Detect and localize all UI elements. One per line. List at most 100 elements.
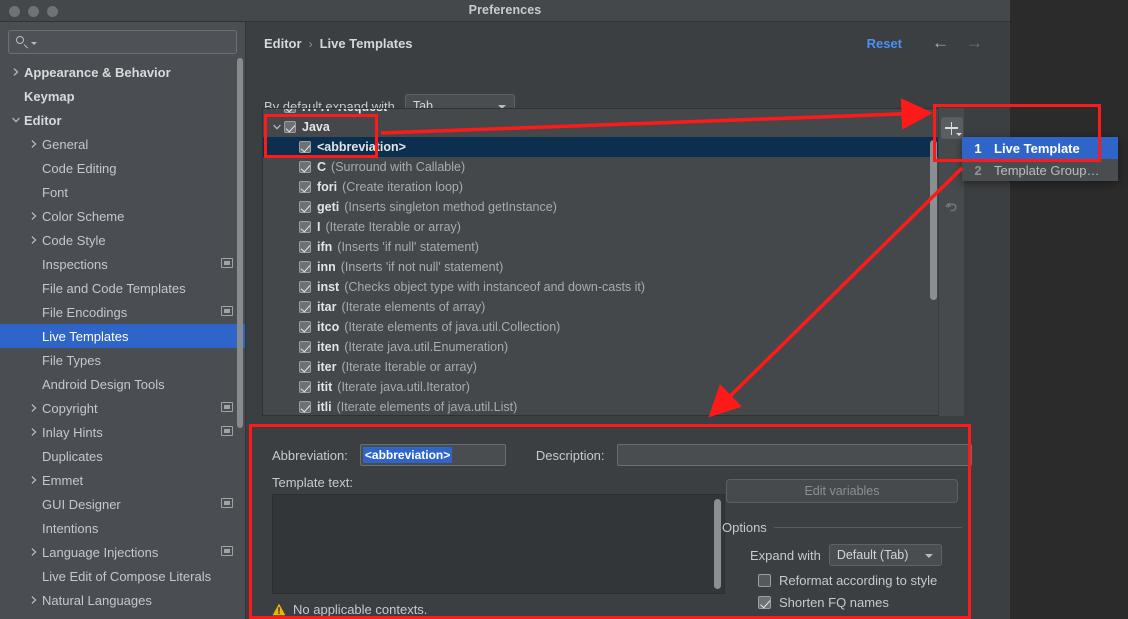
chevron-right-icon[interactable] [8,68,24,76]
shorten-fq-checkbox[interactable] [758,596,771,609]
search-box[interactable] [8,30,237,54]
sidebar-item-intentions[interactable]: Intentions [0,516,245,540]
template-group-row[interactable]: HTTP Request [263,109,963,117]
sidebar-item-gui-designer[interactable]: GUI Designer [0,492,245,516]
chevron-down-icon[interactable] [269,123,284,131]
chevron-down-icon[interactable] [8,116,24,124]
template-group-row[interactable]: Java [263,117,963,137]
template-checkbox[interactable] [299,381,311,393]
template-row[interactable]: ifn (Inserts 'if null' statement) [263,237,963,257]
chevron-right-icon[interactable] [26,548,42,556]
template-row[interactable]: itli (Iterate elements of java.util.List) [263,397,963,415]
reformat-checkbox[interactable] [758,574,771,587]
template-row[interactable]: itit (Iterate java.util.Iterator) [263,377,963,397]
sidebar-item-file-and-code-templates[interactable]: File and Code Templates [0,276,245,300]
sidebar-item-emmet[interactable]: Emmet [0,468,245,492]
sidebar-item-inlay-hints[interactable]: Inlay Hints [0,420,245,444]
template-description: (Surround with Callable) [331,160,466,174]
sidebar-item-live-edit-of-compose-literals[interactable]: Live Edit of Compose Literals [0,564,245,588]
template-checkbox[interactable] [299,321,311,333]
template-group-checkbox[interactable] [284,109,296,113]
sidebar-item-code-style[interactable]: Code Style [0,228,245,252]
sidebar-item-duplicates[interactable]: Duplicates [0,444,245,468]
popup-item-template-group[interactable]: 2 Template Group… [962,159,1118,181]
sidebar-item-file-types[interactable]: File Types [0,348,245,372]
sidebar-tree: Appearance & Behavior Keymap Editor General… [0,60,245,612]
template-checkbox[interactable] [299,261,311,273]
chevron-right-icon[interactable] [26,596,42,604]
sidebar-item-copyright[interactable]: Copyright [0,396,245,420]
template-checkbox[interactable] [299,341,311,353]
chevron-right-icon[interactable] [26,236,42,244]
template-row[interactable]: <abbreviation> [263,137,963,157]
sidebar-item-label: Copyright [42,400,98,416]
chevron-right-icon[interactable] [26,140,42,148]
template-row[interactable]: I (Iterate Iterable or array) [263,217,963,237]
sidebar-item-code-editing[interactable]: Code Editing [0,156,245,180]
template-text-editor[interactable] [272,494,725,594]
template-row[interactable]: fori (Create iteration loop) [263,177,963,197]
template-row[interactable]: inn (Inserts 'if not null' statement) [263,257,963,277]
template-text-label: Template text: [272,475,353,490]
template-row[interactable]: C (Surround with Callable) [263,157,963,177]
template-checkbox[interactable] [299,301,311,313]
template-row[interactable]: iter (Iterate Iterable or array) [263,357,963,377]
sidebar-item-color-scheme[interactable]: Color Scheme [0,204,245,228]
sidebar-item-natural-languages[interactable]: Natural Languages [0,588,245,612]
template-checkbox[interactable] [299,141,311,153]
search-input[interactable] [37,35,230,49]
template-checkbox[interactable] [299,201,311,213]
reset-link[interactable]: Reset [867,36,902,51]
sidebar-item-live-templates[interactable]: Live Templates [0,324,245,348]
template-checkbox[interactable] [299,161,311,173]
reformat-checkbox-row[interactable]: Reformat according to style [758,573,962,588]
template-checkbox[interactable] [299,361,311,373]
templates-rows: HTTP Request Java <abbreviation> C (Surround… [263,109,963,415]
template-checkbox[interactable] [299,181,311,193]
template-checkbox[interactable] [299,401,311,413]
sidebar-item-inspections[interactable]: Inspections [0,252,245,276]
sidebar-item-appearance-behavior[interactable]: Appearance & Behavior [0,60,245,84]
sidebar-item-general[interactable]: General [0,132,245,156]
sidebar-item-label: Android Design Tools [42,376,165,392]
popup-item-live-template[interactable]: 1 Live Template [962,137,1118,159]
expand-with-combo[interactable]: Default (Tab) [828,544,942,566]
chevron-right-icon[interactable] [26,404,42,412]
template-row[interactable]: geti (Inserts singleton method getInstanc… [263,197,963,217]
template-checkbox[interactable] [299,221,311,233]
sidebar-item-android-design-tools[interactable]: Android Design Tools [0,372,245,396]
abbreviation-input[interactable]: <abbreviation> [359,444,506,466]
template-group-label: Java [302,120,330,134]
chevron-right-icon[interactable] [26,476,42,484]
breadcrumb-root[interactable]: Editor [264,36,302,51]
sidebar-item-font[interactable]: Font [0,180,245,204]
add-template-popup[interactable]: 1 Live Template 2 Template Group… [962,137,1118,181]
description-input[interactable] [616,444,972,466]
template-row[interactable]: inst (Checks object type with instanceof … [263,277,963,297]
back-arrow-icon[interactable]: ← [932,33,949,53]
abbreviation-label: Abbreviation: [272,447,348,463]
add-template-button[interactable] [941,117,963,139]
template-row[interactable]: itar (Iterate elements of array) [263,297,963,317]
chevron-right-icon[interactable] [26,428,42,436]
template-row[interactable]: itco (Iterate elements of java.util.Colle… [263,317,963,337]
template-description: (Inserts 'if null' statement) [337,240,479,254]
template-description: (Iterate elements of java.util.Collectio… [344,320,561,334]
templates-scrollbar[interactable] [930,140,937,300]
revert-button[interactable] [941,196,963,218]
template-row[interactable]: iten (Iterate java.util.Enumeration) [263,337,963,357]
sidebar-item-keymap[interactable]: Keymap [0,84,245,108]
sidebar-item-file-encodings[interactable]: File Encodings [0,300,245,324]
chevron-right-icon[interactable] [26,212,42,220]
chevron-down-icon[interactable] [269,109,284,111]
sidebar-item-language-injections[interactable]: Language Injections [0,540,245,564]
template-group-checkbox[interactable] [284,121,296,133]
template-checkbox[interactable] [299,281,311,293]
shorten-checkbox-row[interactable]: Shorten FQ names [758,595,962,610]
template-text-scrollbar[interactable] [714,499,721,589]
sidebar-item-editor[interactable]: Editor [0,108,245,132]
template-checkbox[interactable] [299,241,311,253]
templates-list[interactable]: HTTP Request Java <abbreviation> C (Surround… [262,108,964,416]
breadcrumb-separator: › [308,36,313,51]
sidebar-scrollbar[interactable] [237,58,243,428]
